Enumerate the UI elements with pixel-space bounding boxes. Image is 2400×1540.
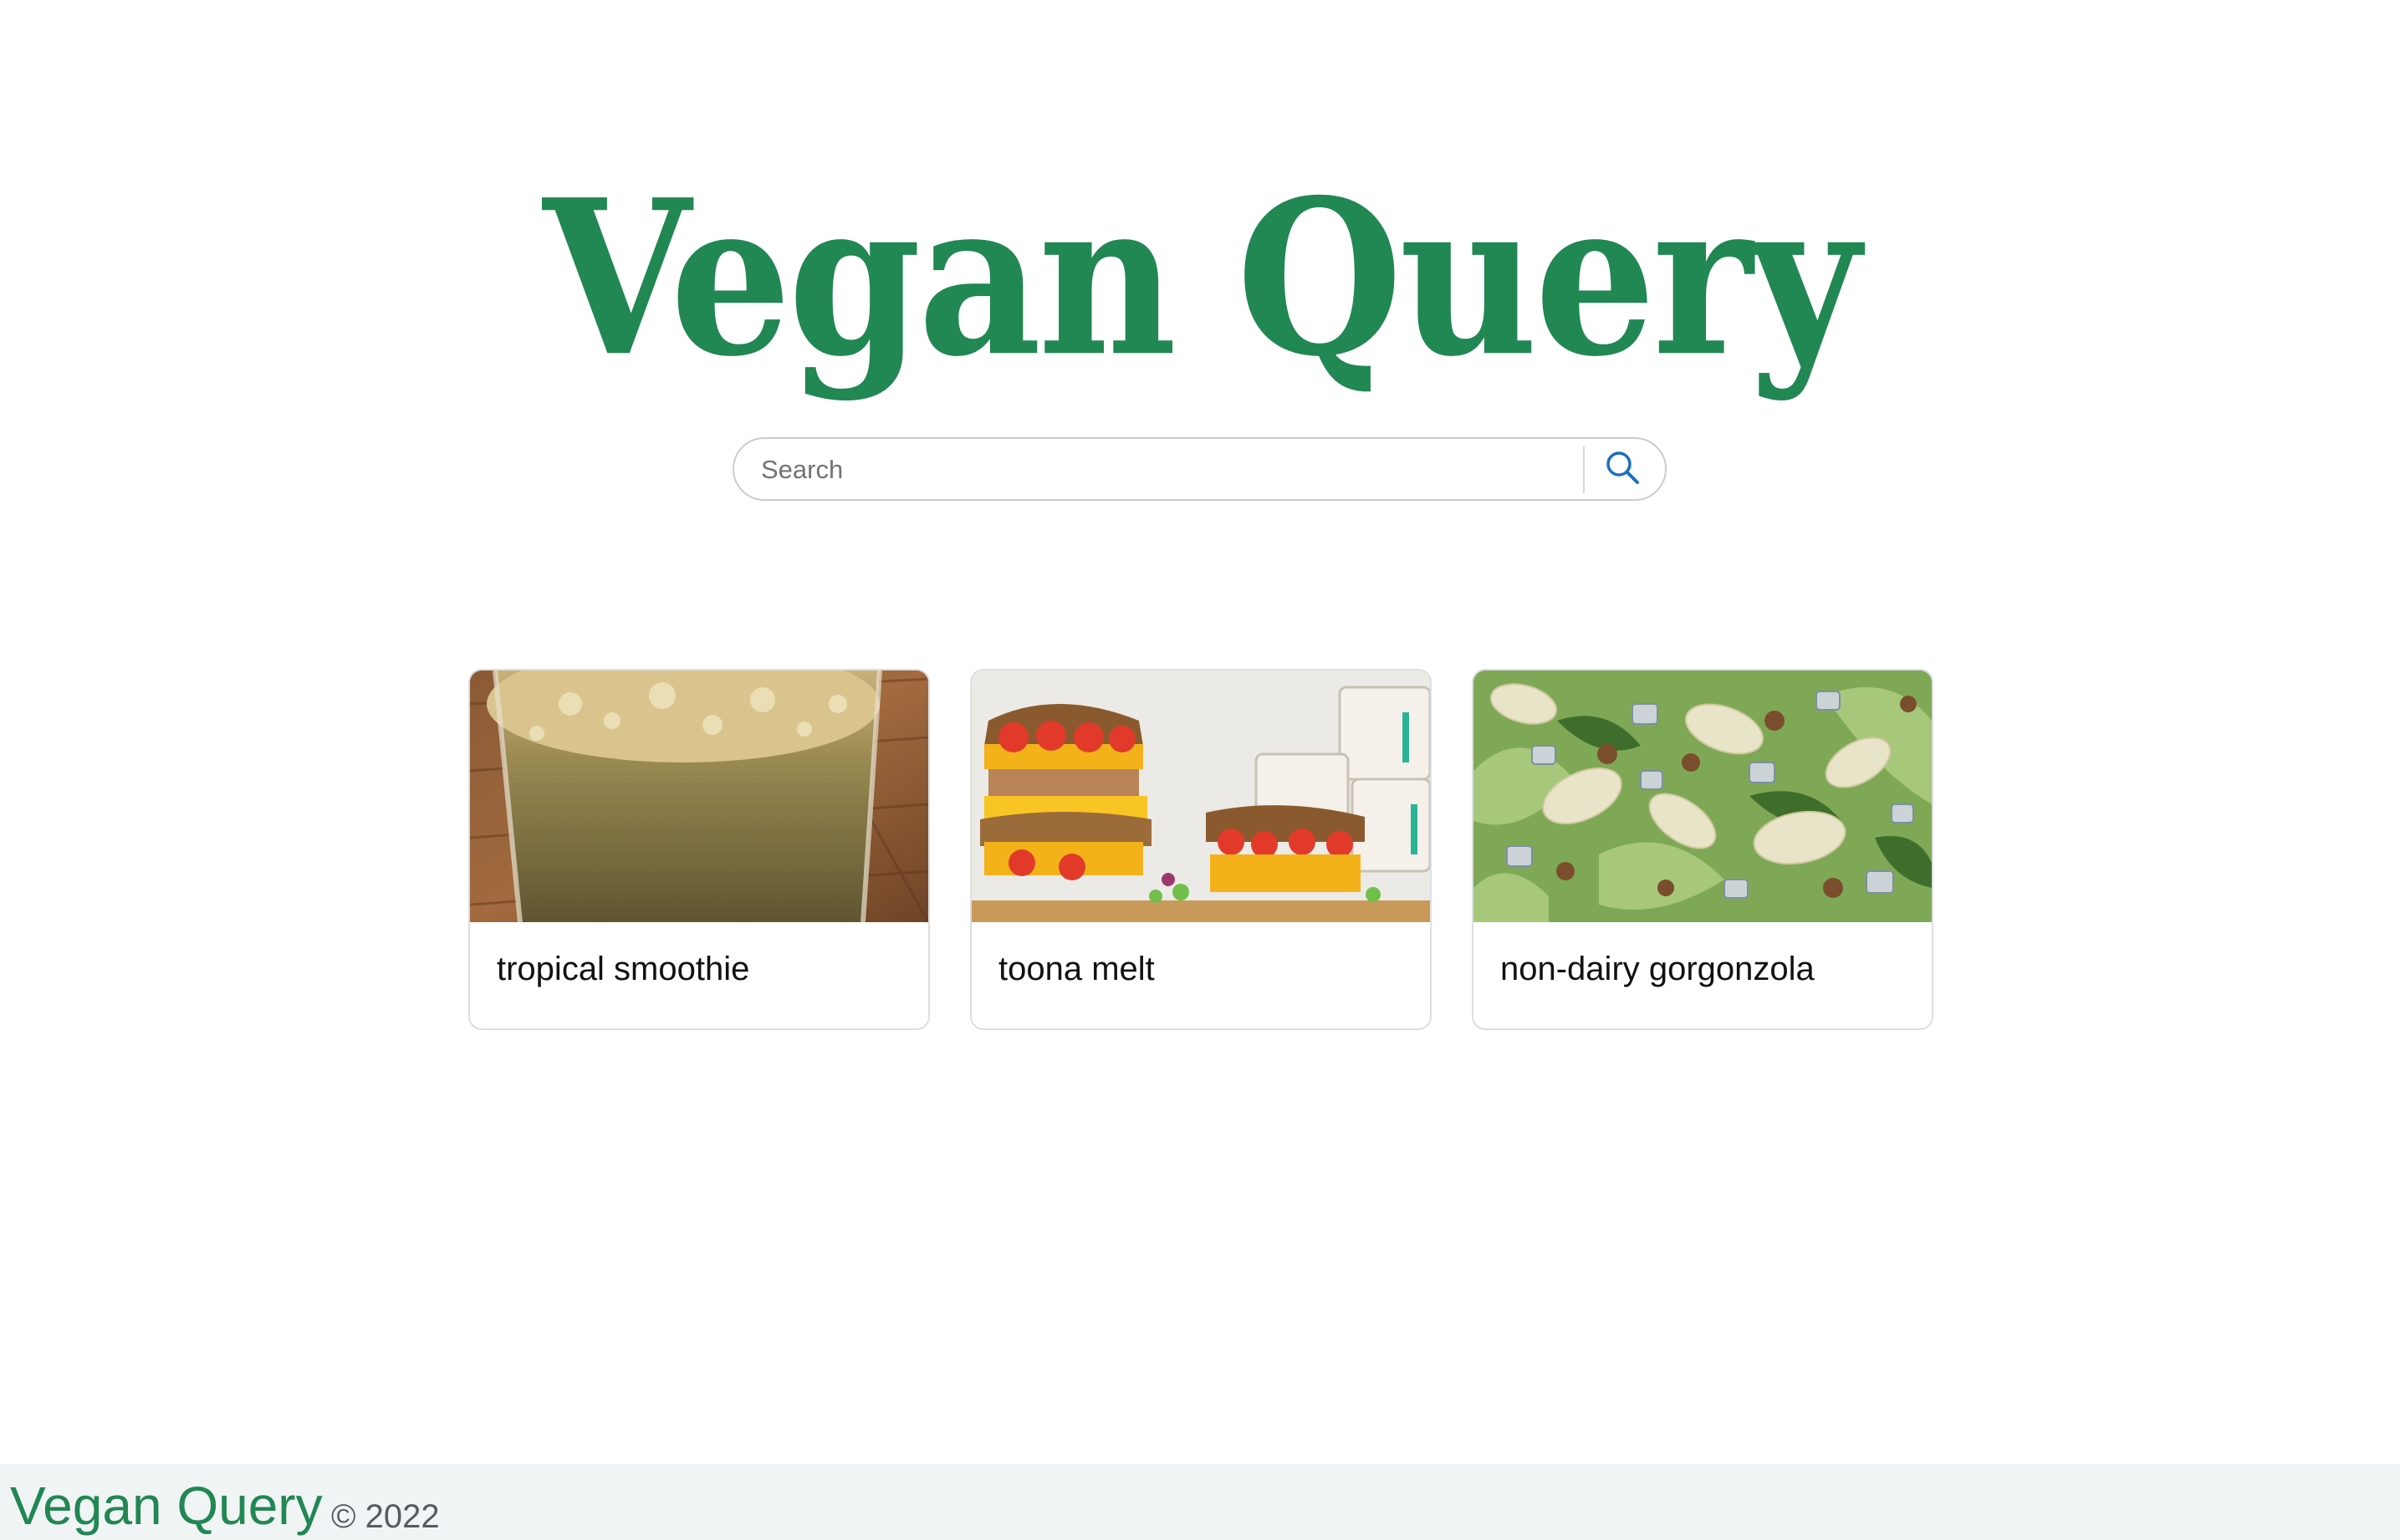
recipe-card-title[interactable]: non-dairy gorgonzola <box>1500 951 1815 988</box>
footer: Vegan Query © 2022 <box>0 1464 2400 1540</box>
search-divider <box>1583 446 1585 493</box>
recipe-card-toona-melt[interactable]: toona melt <box>970 669 1432 1030</box>
site-logo[interactable]: Vegan Query <box>0 171 2400 385</box>
recipe-card-image <box>470 671 928 922</box>
recipe-card-non-dairy-gorgonzola[interactable]: non-dairy gorgonzola <box>1472 669 1933 1030</box>
footer-copyright: © 2022 <box>331 1498 440 1535</box>
recipe-card-title[interactable]: tropical smoothie <box>497 951 749 988</box>
search-button[interactable] <box>1592 442 1652 496</box>
recipe-card-image <box>1473 671 1932 922</box>
footer-brand[interactable]: Vegan Query <box>10 1479 323 1532</box>
recipe-card-grid: tropical smoothie toona melt non-dairy g… <box>468 669 1933 1030</box>
recipe-card-image <box>972 671 1430 922</box>
page: Vegan Query Search tropical smoothie too… <box>0 0 2400 1540</box>
recipe-card-title[interactable]: toona melt <box>998 951 1155 988</box>
search-icon <box>1604 449 1641 490</box>
search-input[interactable] <box>759 446 1599 494</box>
search-bar <box>733 437 1667 501</box>
recipe-card-tropical-smoothie[interactable]: tropical smoothie <box>468 669 930 1030</box>
